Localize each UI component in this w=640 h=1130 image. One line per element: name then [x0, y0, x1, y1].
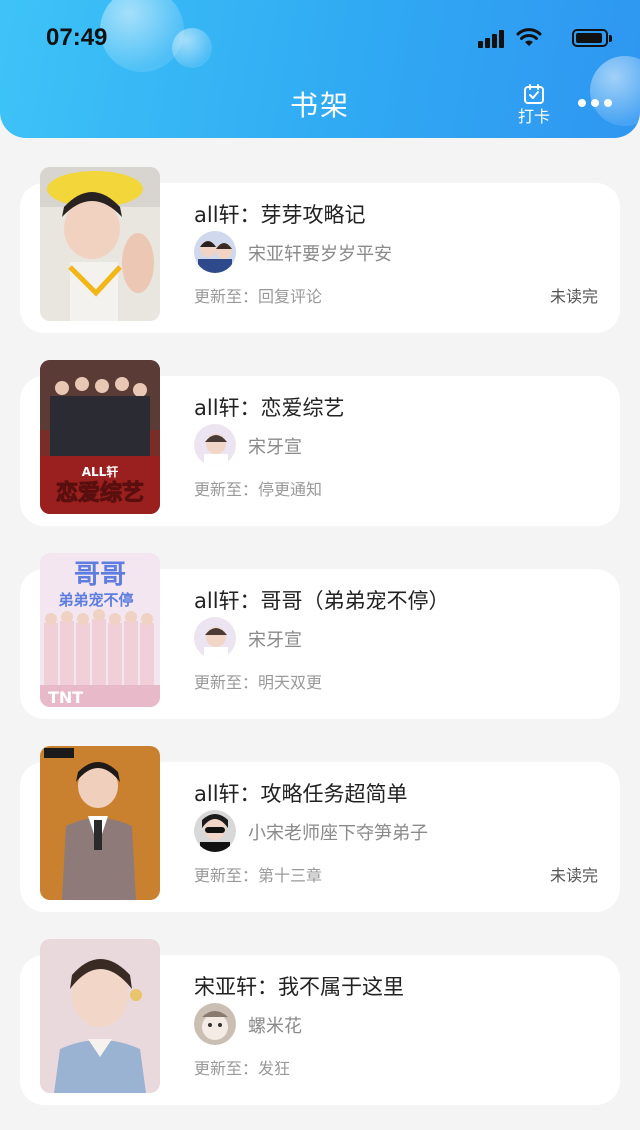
- status-icons: [464, 26, 614, 50]
- checkin-label: 打卡: [517, 107, 550, 126]
- book-card[interactable]: ALL轩 恋爱综艺 all轩：恋爱综艺 宋牙宣 更新至：停更通知: [20, 360, 620, 526]
- book-cover: [40, 167, 160, 321]
- author-name: 宋亚轩要岁岁平安: [248, 244, 392, 265]
- svg-text:恋爱综艺: 恋爱综艺: [56, 480, 144, 506]
- author-name: 宋牙宣: [248, 437, 302, 458]
- unread-badge: 未读完: [549, 287, 598, 306]
- decor-bubble: [100, 0, 184, 72]
- status-time: 07:49: [46, 24, 108, 51]
- update-status: 更新至：第十三章: [194, 866, 323, 885]
- author-avatar: [194, 1003, 236, 1045]
- book-title: 宋亚轩：我不属于这里: [194, 975, 404, 999]
- update-status: 更新至：回复评论: [194, 287, 323, 306]
- author-avatar: [194, 424, 236, 466]
- book-title: all轩：芽芽攻略记: [194, 203, 366, 227]
- book-card[interactable]: 哥哥 弟弟宠不停 TNT all轩：哥哥（弟弟宠不停） 宋牙宣 更新至：明天双更: [20, 553, 620, 719]
- calendar-check-icon: [524, 84, 544, 104]
- author-avatar: [194, 810, 236, 852]
- book-cover: [40, 746, 160, 900]
- svg-text:TNT: TNT: [48, 688, 83, 707]
- header-bar: 07:49 书架 打卡: [0, 0, 640, 138]
- signal-icon: [478, 30, 506, 48]
- book-cover: ALL轩 恋爱综艺: [40, 360, 160, 514]
- checkin-button[interactable]: 打卡: [514, 84, 554, 126]
- author-name: 宋牙宣: [248, 630, 302, 651]
- more-icon[interactable]: [578, 96, 614, 110]
- book-card[interactable]: 宋亚轩：我不属于这里 螺米花 更新至：发狂: [20, 939, 620, 1105]
- author-name: 小宋老师座下夺笋弟子: [248, 823, 428, 844]
- wifi-icon: [516, 26, 542, 48]
- update-status: 更新至：明天双更: [194, 673, 323, 692]
- book-title: all轩：攻略任务超简单: [194, 782, 408, 806]
- book-title: all轩：恋爱综艺: [194, 396, 345, 420]
- author-avatar: [194, 231, 236, 273]
- unread-badge: 未读完: [549, 866, 598, 885]
- author-avatar: [194, 617, 236, 659]
- battery-icon: [572, 29, 612, 47]
- update-status: 更新至：发狂: [194, 1059, 291, 1078]
- book-title: all轩：哥哥（弟弟宠不停）: [194, 589, 450, 613]
- book-cover: [40, 939, 160, 1093]
- book-cover: 哥哥 弟弟宠不停 TNT: [40, 553, 160, 707]
- svg-text:ALL轩: ALL轩: [82, 464, 119, 479]
- author-name: 螺米花: [248, 1016, 302, 1037]
- update-status: 更新至：停更通知: [194, 480, 323, 499]
- svg-text:弟弟宠不停: 弟弟宠不停: [58, 591, 133, 609]
- decor-bubble: [172, 28, 212, 68]
- svg-text:哥哥: 哥哥: [74, 560, 126, 590]
- book-card[interactable]: all轩：攻略任务超简单 小宋老师座下夺笋弟子 更新至：第十三章 未读完: [20, 746, 620, 912]
- book-card[interactable]: all轩：芽芽攻略记 宋亚轩要岁岁平安 更新至：回复评论 未读完: [20, 167, 620, 333]
